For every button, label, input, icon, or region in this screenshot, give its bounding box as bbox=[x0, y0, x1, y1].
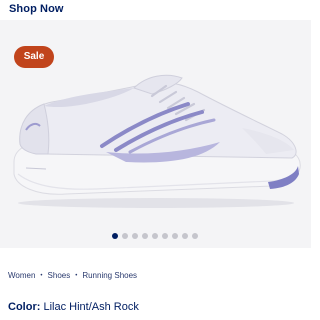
shop-now-link[interactable]: Shop Now bbox=[9, 3, 64, 15]
gallery-dot[interactable] bbox=[142, 233, 148, 239]
gallery-dot[interactable] bbox=[182, 233, 188, 239]
gallery-dot[interactable] bbox=[172, 233, 178, 239]
gallery-dot[interactable] bbox=[162, 233, 168, 239]
gallery-dot[interactable] bbox=[132, 233, 138, 239]
top-bar: Shop Now bbox=[0, 0, 311, 20]
breadcrumb-item-running-shoes[interactable]: Running Shoes bbox=[82, 271, 137, 280]
gallery-dot[interactable] bbox=[152, 233, 158, 239]
breadcrumb-item-shoes[interactable]: Shoes bbox=[48, 271, 71, 280]
sale-badge: Sale bbox=[14, 46, 54, 68]
breadcrumb-separator: • bbox=[40, 272, 43, 279]
color-label: Color: bbox=[8, 301, 41, 313]
gallery-pagination bbox=[112, 233, 198, 241]
shoe-image bbox=[13, 74, 301, 208]
gallery-dot[interactable] bbox=[192, 233, 198, 239]
breadcrumb-separator: • bbox=[75, 272, 78, 279]
product-color: Color: Lilac Hint/Ash Rock bbox=[8, 301, 139, 313]
color-value: Lilac Hint/Ash Rock bbox=[43, 301, 139, 313]
breadcrumb: Women • Shoes • Running Shoes bbox=[8, 271, 137, 280]
gallery-dot[interactable] bbox=[112, 233, 118, 239]
gallery-dot[interactable] bbox=[122, 233, 128, 239]
breadcrumb-item-women[interactable]: Women bbox=[8, 271, 35, 280]
